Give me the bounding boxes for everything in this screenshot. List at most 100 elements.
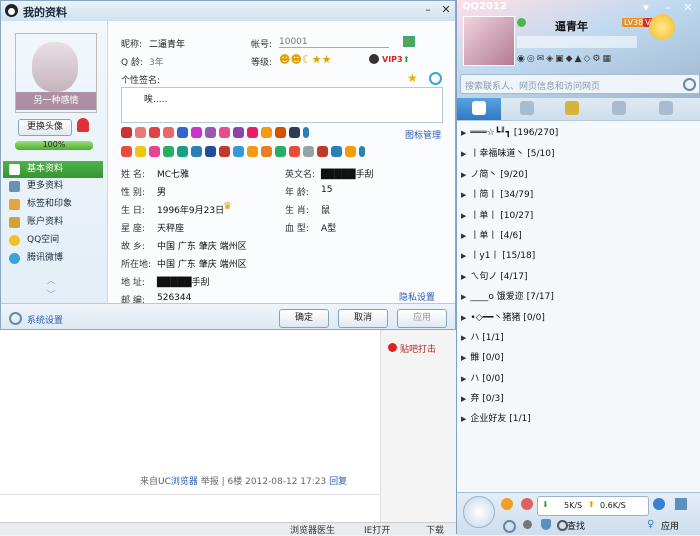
close-button[interactable]: ✕ xyxy=(439,3,453,17)
person-icon[interactable] xyxy=(521,498,533,510)
search-box[interactable]: 搜索联系人、网页信息和访问网页 xyxy=(460,74,700,94)
english-name-value: █████手刮 xyxy=(321,170,374,180)
contact-group[interactable]: ▶ 丨单丨 [10/27] xyxy=(461,209,533,223)
english-name-label: 英文名: xyxy=(285,170,316,180)
contact-group[interactable]: ▶ ____o 饿爱迩 [7/17] xyxy=(461,290,554,304)
app-button[interactable]: 应用 xyxy=(661,519,679,532)
contact-group[interactable]: ▶ ハ [1/1] xyxy=(461,331,504,345)
gear-icon[interactable] xyxy=(503,520,516,533)
app-icon-row[interactable]: ◉◎✉◈▣◆▲◇⚙▦ xyxy=(517,54,613,64)
close-button[interactable]: ✕ xyxy=(681,1,695,15)
minimize-button[interactable]: – xyxy=(661,1,675,15)
contact-group[interactable]: ▶ 丨幸福味道丶 [5/10] xyxy=(461,147,555,161)
constellation-value: 天秤座 xyxy=(157,224,185,234)
expand-icon: ▶ xyxy=(461,415,467,423)
download-speed: 5K/S xyxy=(564,501,583,510)
nav-account[interactable]: 账户资料 xyxy=(3,214,103,231)
avatar[interactable]: 另一种感情 xyxy=(15,33,97,113)
nav-weibo[interactable]: 腾讯微博 xyxy=(3,250,103,267)
penguin-icon xyxy=(369,54,379,64)
card-icon[interactable] xyxy=(403,36,415,47)
search-icon[interactable] xyxy=(683,78,696,91)
expand-icon: ▶ xyxy=(461,232,467,240)
tab-clover[interactable] xyxy=(565,101,579,115)
qq-nickname[interactable]: 逼青年 xyxy=(555,18,588,34)
shield-icon[interactable] xyxy=(541,519,551,530)
tieba-link[interactable]: 贴吧打击 xyxy=(400,342,436,355)
level-badge: LV38 xyxy=(622,18,646,27)
tab-qzone[interactable] xyxy=(612,101,626,115)
qq-tab-bar xyxy=(457,98,700,121)
avatar-caption: 另一种感情 xyxy=(16,92,96,110)
reply-link[interactable]: 回复 xyxy=(329,477,347,487)
search-placeholder: 搜索联系人、网页信息和访问网页 xyxy=(465,82,601,92)
statusbar-item-doctor[interactable]: 浏览器医生 xyxy=(290,523,335,536)
contact-group[interactable]: ▶ ノ简丶 [9/20] xyxy=(461,168,528,182)
ok-button[interactable]: 确定 xyxy=(279,309,329,328)
warning-icon xyxy=(388,343,397,352)
nav-basic-info[interactable]: 基本资料 xyxy=(3,161,103,178)
tab-recent[interactable] xyxy=(659,101,673,115)
more-info-icon xyxy=(9,181,20,192)
expand-icon: ▶ xyxy=(461,273,467,281)
zip-value: 526344 xyxy=(157,293,192,303)
icon-manage-link[interactable]: 图标管理 xyxy=(405,128,441,141)
gender-value: 男 xyxy=(157,188,167,198)
tab-groups[interactable] xyxy=(520,101,534,115)
weather-icon[interactable] xyxy=(649,14,675,40)
contact-group[interactable]: ▶ •◇━━丶猪猪 [0/0] xyxy=(461,311,545,325)
star-icon[interactable]: ★ xyxy=(407,71,418,85)
name-label: 姓 名: xyxy=(121,170,145,180)
statusbar-item-download[interactable]: 下载 xyxy=(426,523,444,536)
signature-edit[interactable] xyxy=(517,36,637,48)
refresh-icon[interactable] xyxy=(429,72,442,85)
privacy-settings-link[interactable]: 隐私设置 xyxy=(399,290,435,303)
expand-icon: ▶ xyxy=(461,334,467,342)
scroll-down-icon[interactable]: ﹀ xyxy=(47,289,55,300)
contact-group[interactable]: ▶ 丨y1丨 [15/18] xyxy=(461,249,535,263)
qq-avatar[interactable] xyxy=(463,16,515,66)
source-label: 来自 xyxy=(140,477,159,487)
find-button[interactable]: 查找 xyxy=(567,519,585,532)
contact-group[interactable]: ▶ 弃 [0/3] xyxy=(461,392,504,406)
qq-show-icon[interactable] xyxy=(77,118,89,132)
scroll-up-icon[interactable]: ︿ xyxy=(47,275,55,286)
contact-group[interactable]: ▶ 丨单丨 [4/6] xyxy=(461,229,522,243)
minimize-button[interactable]: – xyxy=(421,3,435,17)
browser-link[interactable]: UC浏览器 xyxy=(158,477,198,487)
signature-box[interactable]: 唉..... xyxy=(121,87,443,123)
contact-group[interactable]: ▶ ㄟ句ノ [4/17] xyxy=(461,270,528,284)
qq-header: QQ2012 ▾ – ✕ 逼青年 LV38 VIP ◉◎✉◈▣◆▲◇⚙▦ 搜索联… xyxy=(457,0,700,98)
ie-icon[interactable] xyxy=(653,498,665,510)
nav-more-info[interactable]: 更多资料 xyxy=(3,178,103,195)
check-icon[interactable] xyxy=(501,498,513,510)
cancel-button[interactable]: 取消 xyxy=(338,309,388,328)
window-title: 我的资料 xyxy=(23,6,67,19)
browser-statusbar: 浏览器医生 IE打开 下载 xyxy=(0,522,456,536)
birthday-value: 1996年9月23日 xyxy=(157,206,225,216)
tab-contacts[interactable] xyxy=(457,98,501,120)
apps-grid-icon[interactable] xyxy=(675,498,687,510)
main-menu-button[interactable] xyxy=(463,496,495,528)
statusbar-item-ie[interactable]: IE打开 xyxy=(364,523,390,536)
signature-text: 唉..... xyxy=(144,95,168,105)
qq-main-panel: QQ2012 ▾ – ✕ 逼青年 LV38 VIP ◉◎✉◈▣◆▲◇⚙▦ 搜索联… xyxy=(456,0,700,535)
account-label: 帐号: xyxy=(251,40,273,50)
contact-group[interactable]: ▶ 雔 [0/0] xyxy=(461,351,504,365)
nav-tags[interactable]: 标签和印象 xyxy=(3,196,103,213)
skin-icon[interactable]: ▾ xyxy=(639,1,653,15)
address-value: █████手刮 xyxy=(157,278,210,288)
contact-group[interactable]: ▶ 丨简丨 [34/79] xyxy=(461,188,533,202)
report-link[interactable]: 举报 xyxy=(201,477,219,487)
expand-icon: ▶ xyxy=(461,314,467,322)
contact-group[interactable]: ▶ ═══☆┗╜┓ [196/270] xyxy=(461,126,558,140)
change-avatar-button[interactable]: 更换头像 xyxy=(18,119,72,136)
nickname-value[interactable]: 二逼青年 xyxy=(149,37,185,50)
online-status-icon[interactable] xyxy=(517,18,526,27)
contact-group[interactable]: ▶ ハ [0/0] xyxy=(461,372,504,386)
message-manager-icon[interactable] xyxy=(523,520,532,529)
system-settings-link[interactable]: 系统设置 xyxy=(27,313,63,326)
nav-qzone[interactable]: QQ空间 xyxy=(3,232,103,249)
contact-group[interactable]: ▶ 企业好友 [1/1] xyxy=(461,412,531,426)
apply-button[interactable]: 应用 xyxy=(397,309,447,328)
